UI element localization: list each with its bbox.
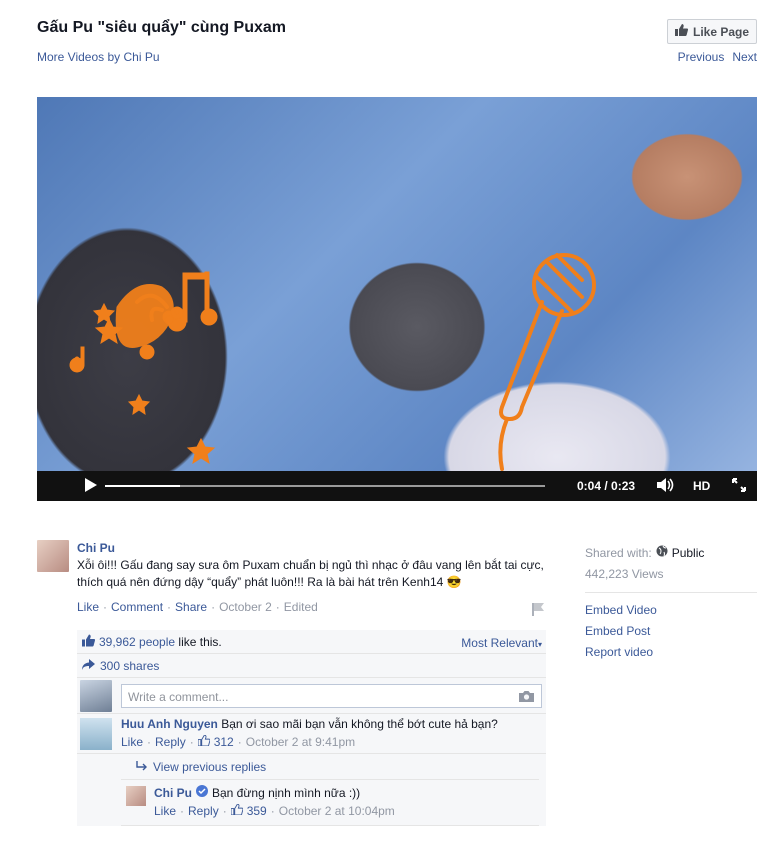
separator: · <box>180 804 185 818</box>
thumbs-up-icon <box>674 24 689 39</box>
view-previous-label: View previous replies <box>153 759 267 774</box>
reply-text: Bạn đừng nịnh mình nữa :)) <box>212 785 361 800</box>
comment-item: Huu Anh Nguyen Bạn ơi sao mãi bạn vẫn kh… <box>77 714 546 754</box>
video-sidebar: Shared with: Public 442,223 Views Embed … <box>585 542 757 662</box>
sort-label: Most Relevant <box>461 636 538 650</box>
fullscreen-icon[interactable] <box>732 478 746 495</box>
sticker-music-notes <box>69 253 596 471</box>
hd-toggle[interactable]: HD <box>693 479 710 493</box>
comment-body: Huu Anh Nguyen Bạn ơi sao mãi bạn vẫn kh… <box>121 717 498 731</box>
play-icon[interactable] <box>85 478 101 494</box>
comment-reply-link[interactable]: Reply <box>155 735 186 749</box>
video-time: 0:04 / 0:23 <box>577 479 636 493</box>
like-link[interactable]: Like <box>77 600 99 614</box>
video-controls: 0:04 / 0:23 HD <box>37 471 757 501</box>
likes-row: 39,962 people like this. Most Relevant▾ <box>77 630 546 654</box>
viewer-avatar <box>80 679 112 712</box>
comment-author[interactable]: Huu Anh Nguyen <box>121 717 218 731</box>
volume-icon[interactable] <box>657 478 674 495</box>
reply-like-count[interactable]: 359 <box>247 804 267 818</box>
separator: · <box>211 600 216 614</box>
comment-like-link[interactable]: Like <box>121 735 143 749</box>
separator: · <box>147 735 152 749</box>
video-player[interactable]: 0:04 / 0:23 HD <box>37 97 757 501</box>
comment-link[interactable]: Comment <box>111 600 163 614</box>
reply-time[interactable]: October 2 at 10:04pm <box>279 804 395 818</box>
comment-input[interactable]: Write a comment... <box>121 684 542 708</box>
separator: · <box>275 600 280 614</box>
view-previous-replies[interactable]: View previous replies <box>121 754 539 780</box>
separator: · <box>270 804 275 818</box>
reply-like-link[interactable]: Like <box>154 804 176 818</box>
replies-section: View previous replies Chi Pu Bạn đừng nị… <box>121 754 539 826</box>
separator: · <box>189 735 194 749</box>
reply-body: Chi Pu Bạn đừng nịnh mình nữa :)) <box>154 785 360 800</box>
caret-down-icon: ▾ <box>537 640 542 649</box>
progress-fill <box>105 485 180 487</box>
comment-text: Bạn ơi sao mãi bạn vẫn không thể bớt cut… <box>221 717 498 731</box>
shares-row: 300 shares <box>77 654 546 678</box>
audience-label[interactable]: Public <box>672 546 705 560</box>
post-date[interactable]: October 2 <box>219 600 272 614</box>
like-page-label: Like Page <box>692 24 750 39</box>
verified-badge-icon <box>196 785 208 800</box>
reply-item: Chi Pu Bạn đừng nịnh mình nữa :)) Like ·… <box>121 780 539 826</box>
shared-with-label: Shared with: <box>585 545 652 560</box>
likes-suffix: like this. <box>175 634 222 649</box>
shares-count[interactable]: 300 shares <box>100 659 159 673</box>
camera-icon[interactable] <box>519 690 534 705</box>
feedback-section: 39,962 people like this. Most Relevant▾ … <box>77 630 546 826</box>
separator: · <box>222 804 227 818</box>
shared-with: Shared with: Public <box>585 542 757 563</box>
progress-bar[interactable] <box>105 485 545 487</box>
post-actions: Like · Comment · Share · October 2 · Edi… <box>77 600 318 614</box>
comment-meta: Like · Reply · 312 · October 2 at 9:41pm <box>121 734 355 749</box>
commenter-avatar[interactable] <box>80 718 112 750</box>
author-avatar[interactable] <box>37 540 69 572</box>
post-text: Xỗi ôi!!! Gấu đang say sưa ôm Puxam chuẩ… <box>77 558 544 589</box>
like-count-icon <box>82 634 96 650</box>
reply-arrow-icon <box>136 760 147 774</box>
report-video-link[interactable]: Report video <box>585 641 757 662</box>
likes-count[interactable]: 39,962 people <box>99 635 175 649</box>
comment-time[interactable]: October 2 at 9:41pm <box>246 735 355 749</box>
comment-like-count[interactable]: 312 <box>214 735 234 749</box>
sort-dropdown[interactable]: Most Relevant▾ <box>461 636 542 650</box>
embed-video-link[interactable]: Embed Video <box>585 599 757 620</box>
next-link[interactable]: Next <box>732 50 757 64</box>
reply-avatar[interactable] <box>126 786 146 806</box>
video-nav: Previous Next <box>678 50 757 64</box>
flag-icon[interactable] <box>531 602 545 616</box>
video-title: Gấu Pu "siêu quẩy" cùng Puxam <box>37 19 287 36</box>
post-author[interactable]: Chi Pu <box>77 541 115 555</box>
separator: · <box>237 735 242 749</box>
views-count: 442,223 Views <box>585 566 664 581</box>
globe-icon <box>656 545 668 560</box>
previous-link[interactable]: Previous <box>678 50 725 64</box>
separator: · <box>167 600 172 614</box>
more-videos-link[interactable]: More Videos by Chi Pu <box>37 50 160 64</box>
comment-composer: Write a comment... <box>77 678 546 714</box>
divider <box>585 592 757 593</box>
embed-post-link[interactable]: Embed Post <box>585 620 757 641</box>
edited-label[interactable]: Edited <box>284 600 318 614</box>
share-icon <box>82 658 95 673</box>
separator: · <box>103 600 108 614</box>
reply-meta: Like · Reply · 359 · October 2 at 10:04p… <box>154 803 395 818</box>
reply-like-icon <box>230 803 244 818</box>
like-page-button[interactable]: Like Page <box>667 19 757 44</box>
comment-like-icon <box>197 734 211 749</box>
share-link[interactable]: Share <box>175 600 207 614</box>
reply-author[interactable]: Chi Pu <box>154 786 192 800</box>
reply-reply-link[interactable]: Reply <box>188 804 219 818</box>
